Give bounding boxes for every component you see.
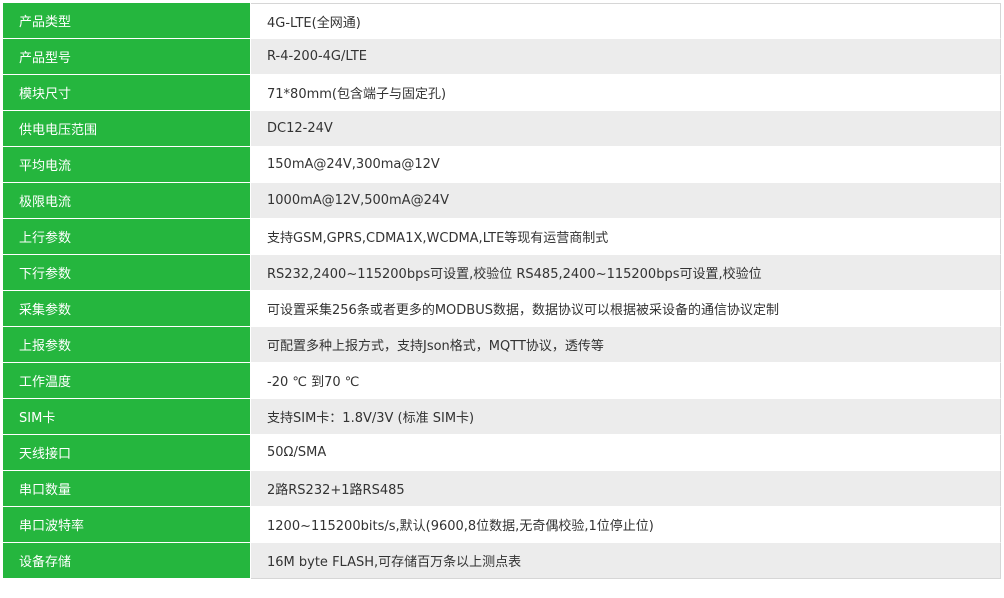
spec-row-supply-voltage: 供电电压范围 DC12-24V	[3, 111, 1001, 147]
spec-label: 上行参数	[3, 219, 251, 255]
spec-value: RS232,2400~115200bps可设置,校验位 RS485,2400~1…	[251, 255, 1001, 291]
spec-label: 采集参数	[3, 291, 251, 327]
spec-row-storage: 设备存储 16M byte FLASH,可存储百万条以上测点表	[3, 543, 1001, 579]
spec-row-reporting: 上报参数 可配置多种上报方式，支持Json格式，MQTT协议，透传等	[3, 327, 1001, 363]
spec-row-sim-card: SIM卡 支持SIM卡：1.8V/3V (标准 SIM卡)	[3, 399, 1001, 435]
spec-row-average-current: 平均电流 150mA@24V,300ma@12V	[3, 147, 1001, 183]
spec-value: 150mA@24V,300ma@12V	[251, 147, 1001, 183]
spec-row-baud-rate: 串口波特率 1200~115200bits/s,默认(9600,8位数据,无奇偶…	[3, 507, 1001, 543]
spec-label: 产品型号	[3, 39, 251, 75]
spec-row-antenna: 天线接口 50Ω/SMA	[3, 435, 1001, 471]
spec-label: SIM卡	[3, 399, 251, 435]
spec-value: 50Ω/SMA	[251, 435, 1001, 471]
spec-row-product-type: 产品类型 4G-LTE(全网通)	[3, 3, 1001, 39]
spec-value: 可设置采集256条或者更多的MODBUS数据，数据协议可以根据被采设备的通信协议…	[251, 291, 1001, 327]
spec-row-uplink: 上行参数 支持GSM,GPRS,CDMA1X,WCDMA,LTE等现有运营商制式	[3, 219, 1001, 255]
spec-value: 支持GSM,GPRS,CDMA1X,WCDMA,LTE等现有运营商制式	[251, 219, 1001, 255]
spec-label: 串口波特率	[3, 507, 251, 543]
spec-value: R-4-200-4G/LTE	[251, 39, 1001, 75]
spec-row-acquisition: 采集参数 可设置采集256条或者更多的MODBUS数据，数据协议可以根据被采设备…	[3, 291, 1001, 327]
spec-row-product-model: 产品型号 R-4-200-4G/LTE	[3, 39, 1001, 75]
spec-value: 可配置多种上报方式，支持Json格式，MQTT协议，透传等	[251, 327, 1001, 363]
spec-label: 平均电流	[3, 147, 251, 183]
spec-value: 1200~115200bits/s,默认(9600,8位数据,无奇偶校验,1位停…	[251, 507, 1001, 543]
spec-label: 产品类型	[3, 3, 251, 39]
spec-label: 模块尺寸	[3, 75, 251, 111]
spec-table: 产品类型 4G-LTE(全网通) 产品型号 R-4-200-4G/LTE 模块尺…	[3, 3, 1001, 579]
spec-row-downlink: 下行参数 RS232,2400~115200bps可设置,校验位 RS485,2…	[3, 255, 1001, 291]
spec-value: DC12-24V	[251, 111, 1001, 147]
spec-value: 支持SIM卡：1.8V/3V (标准 SIM卡)	[251, 399, 1001, 435]
spec-value: -20 ℃ 到70 ℃	[251, 363, 1001, 399]
spec-row-serial-count: 串口数量 2路RS232+1路RS485	[3, 471, 1001, 507]
spec-value: 2路RS232+1路RS485	[251, 471, 1001, 507]
spec-label: 天线接口	[3, 435, 251, 471]
spec-row-operating-temp: 工作温度 -20 ℃ 到70 ℃	[3, 363, 1001, 399]
spec-value: 16M byte FLASH,可存储百万条以上测点表	[251, 543, 1001, 579]
spec-label: 设备存储	[3, 543, 251, 579]
spec-label: 供电电压范围	[3, 111, 251, 147]
spec-row-module-size: 模块尺寸 71*80mm(包含端子与固定孔)	[3, 75, 1001, 111]
spec-row-peak-current: 极限电流 1000mA@12V,500mA@24V	[3, 183, 1001, 219]
spec-label: 极限电流	[3, 183, 251, 219]
spec-label: 下行参数	[3, 255, 251, 291]
spec-label: 工作温度	[3, 363, 251, 399]
spec-value: 1000mA@12V,500mA@24V	[251, 183, 1001, 219]
spec-label: 串口数量	[3, 471, 251, 507]
spec-value: 4G-LTE(全网通)	[251, 3, 1001, 39]
spec-label: 上报参数	[3, 327, 251, 363]
spec-value: 71*80mm(包含端子与固定孔)	[251, 75, 1001, 111]
